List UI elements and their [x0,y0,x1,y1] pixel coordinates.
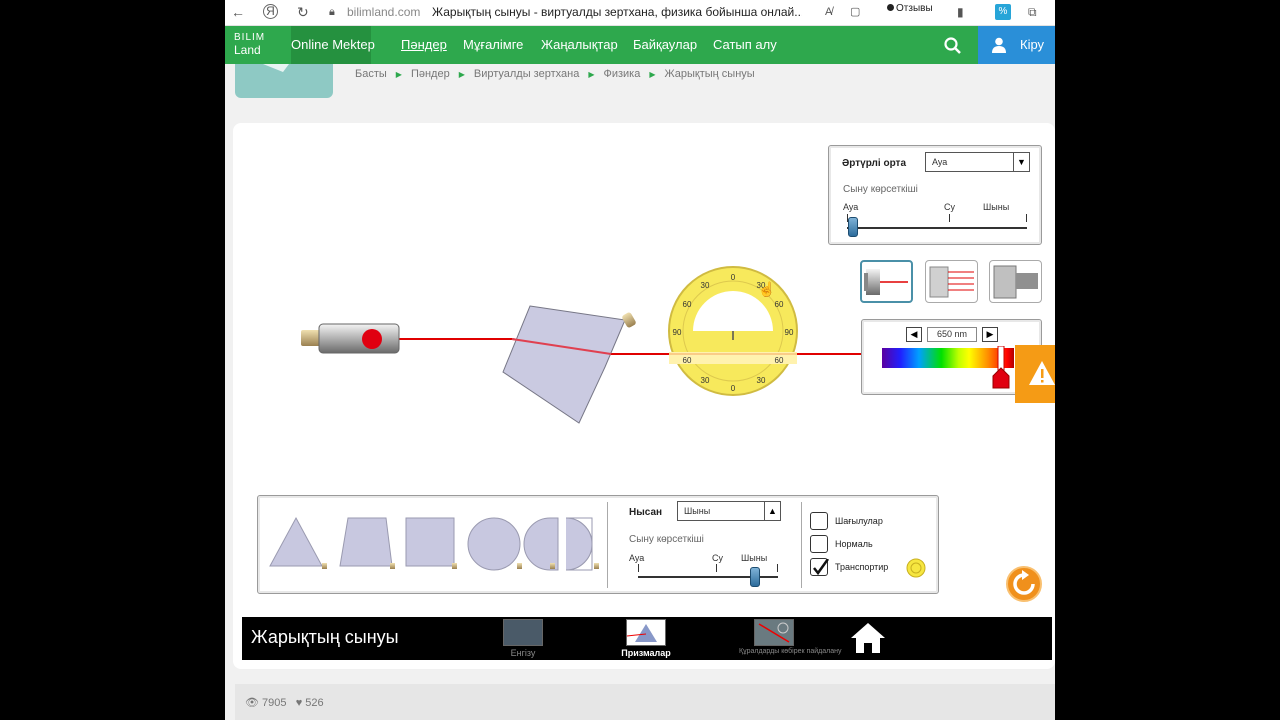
reflections-label: Шағылулар [835,516,883,526]
medium-index-slider-thumb[interactable] [848,217,858,237]
stats: 👁︎ 7905 ♥ 526 [245,696,324,709]
prisms-thumbnail [626,619,666,646]
svg-text:60: 60 [683,300,692,309]
protractor-label: Транспортир [835,562,889,572]
single-ray-button[interactable] [860,260,913,303]
medium-tick-air: Ауа [843,202,859,212]
tab-prisms[interactable]: Призмалар [616,619,676,658]
shape-square[interactable] [405,517,457,569]
browser-frame: ← Я ↻ 🔒︎ bilimland.com Жарықтың сынуы - … [225,0,1055,720]
medium-tick-water: Су [944,202,955,212]
medium-label: Әртүрлі орта [842,158,907,169]
wavelength-decrease-button[interactable]: ◀ [906,327,922,342]
eye-icon: 👁︎ [245,697,259,709]
intro-thumbnail [503,619,543,646]
wavelength-increase-button[interactable]: ▶ [982,327,998,342]
svg-text:0: 0 [731,273,736,282]
medium-index-label: Сыну көрсеткіші [843,184,918,195]
svg-text:90: 90 [673,328,682,337]
object-tick-water: Су [712,553,723,563]
home-icon[interactable] [849,621,887,655]
laser-button[interactable] [362,329,382,349]
object-tick-glass: Шыны [741,553,768,563]
dropdown-arrow-icon: ▼ [1013,153,1029,171]
wide-beam-button[interactable] [989,260,1042,303]
object-label: Нысан [629,507,663,518]
simulation-title: Жарықтың сынуы [251,627,399,647]
object-panel: Нысан Шыны ▲ Сыну көрсеткіші Ауа Су Шыны… [257,495,939,594]
medium-index-slider-track[interactable] [847,227,1027,229]
dropdown-arrow-icon: ▲ [764,502,780,520]
reflections-checkbox[interactable] [810,512,828,530]
svg-text:60: 60 [775,300,784,309]
protractor-checkbox[interactable] [810,558,830,576]
svg-text:90: 90 [785,328,794,337]
svg-text:30: 30 [701,281,710,290]
shape-circle[interactable] [467,517,522,571]
shape-triangle[interactable] [269,516,327,569]
laser-single-icon [864,269,908,295]
normal-label: Нормаль [835,539,873,549]
wavelength-slider-thumb[interactable] [992,346,1010,390]
tab-more-tools-label: Құралдарды көбірек пайдалану [739,648,842,655]
object-index-slider-thumb[interactable] [750,567,760,587]
tab-intro[interactable]: Енгізу [493,619,553,658]
svg-text:60: 60 [683,356,692,365]
normal-checkbox[interactable] [810,535,828,553]
laser-multi-icon [929,266,974,298]
checkmark-icon [813,558,830,576]
views-count: 7905 [262,697,287,709]
divider [607,502,608,588]
more-tools-thumbnail [754,619,794,646]
object-select-value: Шыны [684,506,711,516]
prism-object[interactable] [502,305,637,424]
stats-bar [235,684,1055,720]
warning-icon [1029,361,1055,385]
likes-count: 526 [305,697,324,709]
shape-trapezoid[interactable] [339,517,395,569]
wavelength-value[interactable]: 650 nm [927,327,977,342]
tab-prisms-label: Призмалар [621,648,671,658]
protractor[interactable] [668,266,798,396]
svg-text:60: 60 [775,356,784,365]
medium-panel: Әртүрлі орта Ауа ▼ Сыну көрсеткіші Ауа С… [828,145,1042,245]
simulation-footer: Жарықтың сынуы Енгізу Призмалар Құралдар… [242,617,1052,660]
warning-button[interactable] [1015,345,1055,403]
reset-button[interactable] [1006,566,1042,602]
laser-wide-icon [993,265,1038,299]
laser-source[interactable] [301,323,400,354]
svg-text:30: 30 [757,376,766,385]
medium-tick-glass: Шыны [983,202,1010,212]
medium-select[interactable]: Ауа ▼ [925,152,1030,172]
hand-cursor-icon: ☝ [758,280,775,298]
reset-icon [1013,570,1035,595]
object-material-select[interactable]: Шыны ▲ [677,501,781,521]
object-tick-air: Ауа [629,553,645,563]
medium-select-value: Ауа [932,157,948,167]
tab-intro-label: Енгізу [510,648,536,658]
rotate-handle[interactable] [621,311,637,328]
object-index-label: Сыну көрсеткіші [629,534,704,545]
shape-palette [269,516,599,571]
protractor-mini-icon [906,558,926,578]
svg-text:30: 30 [701,376,710,385]
heart-icon[interactable]: ♥ [296,697,303,709]
shape-lens[interactable] [523,517,599,571]
svg-text:0: 0 [731,384,736,393]
divider [801,502,802,588]
multi-ray-button[interactable] [925,260,978,303]
tab-more-tools[interactable]: Құралдарды көбірек пайдалану [739,619,842,655]
